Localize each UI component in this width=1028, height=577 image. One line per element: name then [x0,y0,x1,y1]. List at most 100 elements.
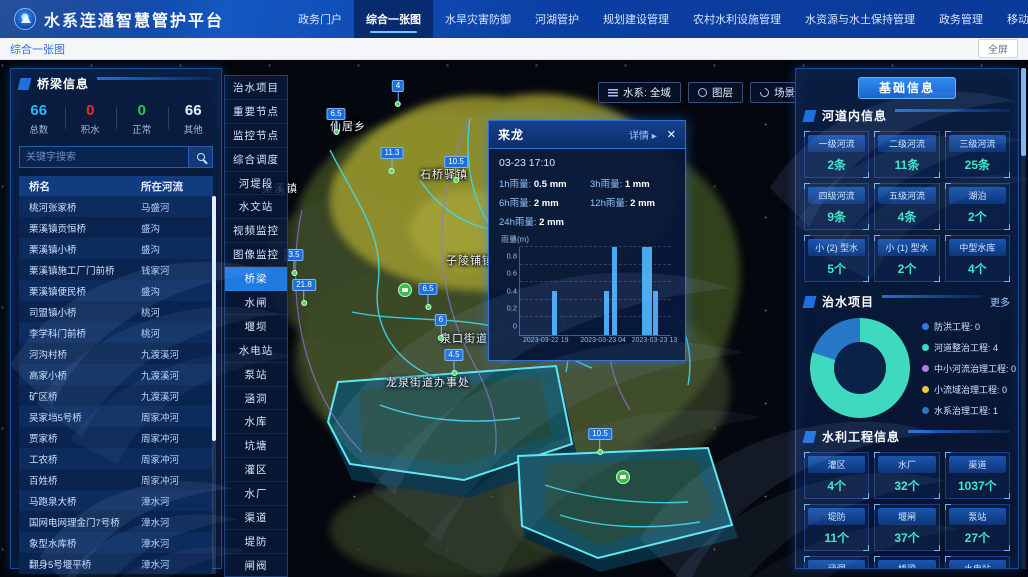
table-row[interactable]: 李学科门前桥桃河 [19,322,213,343]
table-row[interactable]: 矿区桥九渡溪河 [19,385,213,406]
layer-menu-item[interactable]: 水闸 [225,291,287,315]
layer-menu-item[interactable]: 渠道 [225,506,287,530]
rain-bar [552,291,557,335]
layer-menu-item[interactable]: 监控节点 [225,124,287,148]
layer-menu-item[interactable]: 治水项目 [225,76,287,100]
map-marker[interactable]: 4.5 [444,349,463,376]
stat-label: 其他 [168,122,220,136]
map-marker[interactable]: 6 [435,314,447,341]
info-cell: 灌区4个 [804,452,869,499]
layer-menu-item[interactable]: 图像监控 [225,243,287,267]
bridge-table: 桥名 所在河流 桃河张家桥马盛河栗溪镇贡恒桥盛沟栗溪镇小桥盛沟栗溪镇施工厂门前桥… [19,176,213,574]
marker-value: 6 [435,314,447,326]
layer-menu-item[interactable]: 视频监控 [225,219,287,243]
table-row[interactable]: 司盟镇小桥桃河 [19,301,213,322]
layer-menu-item[interactable]: 坑塘 [225,434,287,458]
map-control-0[interactable]: 水系: 全域 [598,82,681,103]
map-marker[interactable]: 4 [392,80,404,107]
table-row[interactable]: 工农桥周家冲河 [19,448,213,469]
table-scrollbar[interactable] [212,196,216,574]
app-title: 水系连通智慧管护平台 [44,7,224,31]
popup-timestamp: 03-23 17:10 [499,157,675,169]
layer-menu-item[interactable]: 综合调度 [225,148,287,172]
nav-item-4[interactable]: 规划建设管理 [591,0,681,38]
camera-marker-icon[interactable] [398,283,412,297]
layer-menu-item[interactable]: 泵站 [225,363,287,387]
table-row[interactable]: 栗溪镇施工厂门前桥钱家河 [19,259,213,280]
page-scrollbar[interactable] [1021,68,1026,569]
river-name-cell: 盛沟 [135,242,213,256]
map-marker[interactable]: 6.5 [418,283,437,310]
nav-item-5[interactable]: 农村水利设施管理 [681,0,793,38]
rain-stat: 1h雨量: 0.5 mm [499,176,584,190]
table-row[interactable]: 河沟村桥九渡溪河 [19,343,213,364]
info-cell: 二级河流11条 [874,131,939,178]
rain-bar [604,291,609,335]
map-marker[interactable]: 6.5 [326,108,345,135]
nav-item-6[interactable]: 水资源与水土保持管理 [793,0,927,38]
layer-menu-item[interactable]: 水厂 [225,482,287,506]
legend-label: 河道整治工程: 4 [934,341,998,354]
camera-marker-icon[interactable] [616,470,630,484]
table-row[interactable]: 百姓桥周家冲河 [19,469,213,490]
nav-item-0[interactable]: 政务门户 [286,0,354,38]
marker-value: 6.5 [418,283,437,295]
layer-menu-item[interactable]: 堰坝 [225,315,287,339]
layer-menu-item[interactable]: 水库 [225,410,287,434]
nav-item-2[interactable]: 水旱灾害防御 [433,0,523,38]
table-row[interactable]: 栗溪镇小桥盛沟 [19,238,213,259]
table-row[interactable]: 栗溪镇便民桥盛沟 [19,280,213,301]
river-name-cell: 盛沟 [135,284,213,298]
layer-menu-item[interactable]: 涵洞 [225,387,287,411]
info-cell-label: 涵洞 [808,560,865,569]
layer-menu-item[interactable]: 灌区 [225,458,287,482]
table-row[interactable]: 贾家桥周家冲河 [19,427,213,448]
nav-item-7[interactable]: 政务管理 [927,0,995,38]
marker-line [336,120,337,129]
section-accent [803,296,817,308]
station-dot-icon [333,129,339,135]
legend-item: 河道整治工程: 4 [922,341,1016,354]
map-marker[interactable]: 10.5 [444,156,468,183]
close-icon[interactable]: ✕ [667,128,676,141]
map-marker[interactable]: 21.8 [292,279,316,306]
bridge-name-cell: 李学科门前桥 [19,326,135,340]
search-button[interactable] [188,147,212,167]
search-input[interactable] [20,147,188,167]
marker-line [455,168,456,177]
info-cell-value: 4条 [878,204,935,226]
layer-menu-item[interactable]: 水文站 [225,195,287,219]
table-row[interactable]: 高家小桥九渡溪河 [19,364,213,385]
layer-menu-item[interactable]: 闸阀 [225,554,287,577]
rain-stat: 12h雨量: 2 mm [590,195,675,209]
breadcrumb[interactable]: 综合一张图 [10,41,65,57]
popup-details-link[interactable]: 详情 ▸ [629,127,657,142]
nav-item-8[interactable]: 移动工作管理 [995,0,1028,38]
layer-menu-item[interactable]: 河堤段 [225,172,287,196]
layer-menu-item[interactable]: 重要节点 [225,100,287,124]
layer-menu-item[interactable]: 堤防 [225,530,287,554]
table-row[interactable]: 翻身5号堰平桥漳水河 [19,553,213,574]
map-marker[interactable]: 10.5 [588,428,612,455]
station-dot-icon [301,300,307,306]
map-control-1[interactable]: 图层 [688,82,743,103]
table-row[interactable]: 栗溪镇贡恒桥盛沟 [19,217,213,238]
more-link[interactable]: 更多 [990,294,1010,309]
info-cell-label: 渠道 [949,456,1006,473]
table-row[interactable]: 马跑泉大桥漳水河 [19,490,213,511]
river-name-cell: 九渡溪河 [135,368,213,382]
station-dot-icon [453,177,459,183]
layer-menu-item[interactable]: 桥梁 [225,267,287,291]
nav-item-3[interactable]: 河湖管护 [523,0,591,38]
nav-item-1[interactable]: 综合一张图 [354,0,433,38]
bridge-name-cell: 国网电网理金门7号桥 [19,515,135,529]
bridge-name-cell: 栗溪镇施工厂门前桥 [19,263,135,277]
fullscreen-button[interactable]: 全屏 [978,39,1018,58]
basic-info-button[interactable]: 基础信息 [858,77,956,99]
map-marker[interactable]: 11.3 [381,147,404,174]
table-row[interactable]: 桃河张家桥马盛河 [19,196,213,217]
table-row[interactable]: 国网电网理金门7号桥漳水河 [19,511,213,532]
table-row[interactable]: 象型水库桥漳水河 [19,532,213,553]
table-row[interactable]: 吴家垱5号桥周家冲河 [19,406,213,427]
layer-menu-item[interactable]: 水电站 [225,339,287,363]
